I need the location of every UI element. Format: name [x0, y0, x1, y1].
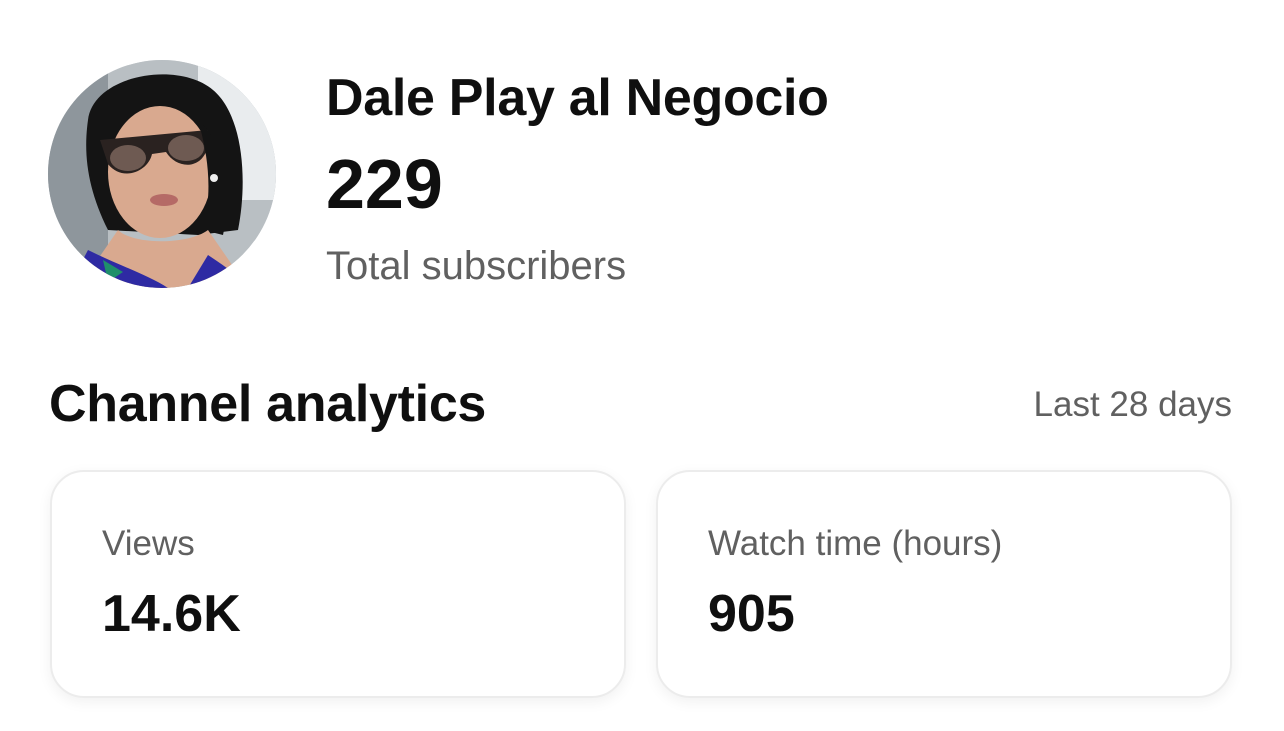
- watch-time-label: Watch time (hours): [708, 524, 1003, 563]
- channel-analytics-title: Channel analytics: [49, 375, 487, 433]
- analytics-period-label: Last 28 days: [1033, 385, 1232, 424]
- channel-info: Dale Play al Negocio 229 Total subscribe…: [326, 66, 829, 290]
- views-card[interactable]: Views 14.6K: [50, 470, 626, 698]
- channel-dashboard: Dale Play al Negocio 229 Total subscribe…: [0, 0, 1284, 731]
- subscriber-label: Total subscribers: [326, 244, 627, 288]
- subscriber-count: 229: [326, 145, 443, 223]
- channel-avatar[interactable]: [48, 60, 276, 288]
- watch-time-card[interactable]: Watch time (hours) 905: [656, 470, 1232, 698]
- watch-time-value: 905: [708, 585, 795, 643]
- channel-name[interactable]: Dale Play al Negocio: [326, 66, 829, 130]
- avatar-photo-icon: [48, 60, 276, 288]
- views-label: Views: [102, 524, 195, 563]
- views-value: 14.6K: [102, 585, 241, 643]
